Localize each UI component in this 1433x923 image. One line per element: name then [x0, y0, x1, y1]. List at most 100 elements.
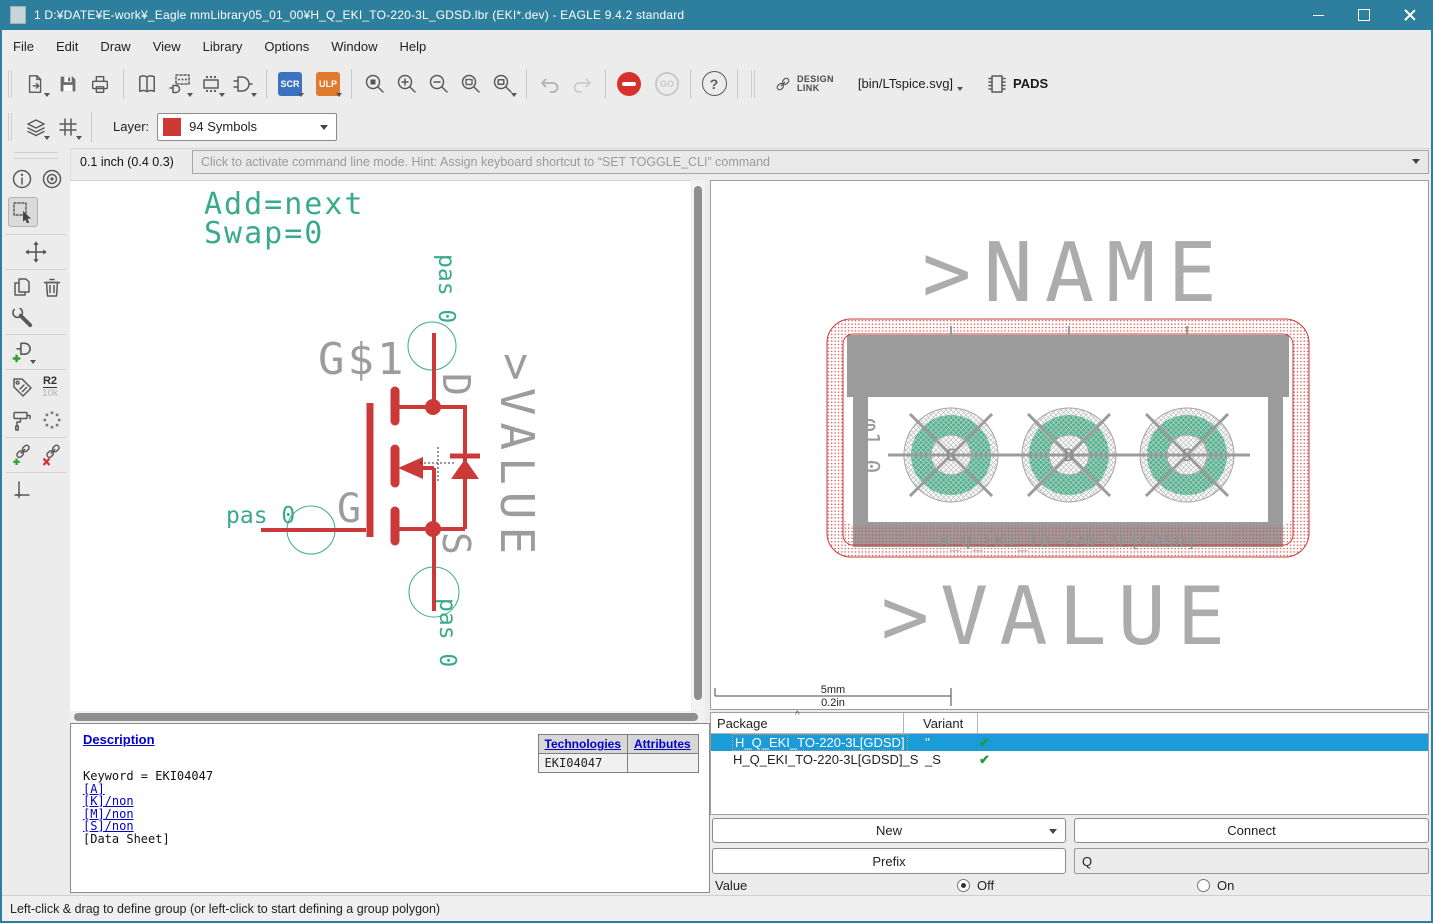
variant-value: _S — [925, 752, 941, 767]
layer-settings-button[interactable] — [22, 112, 50, 142]
package-canvas[interactable]: >NAME — [711, 181, 1428, 709]
pin-label-drain: pas 0 — [433, 254, 459, 323]
prefix-button[interactable]: Prefix — [712, 848, 1066, 874]
gate-name-label: G$1 — [318, 334, 406, 385]
menu-file[interactable]: File — [2, 35, 45, 58]
change-tool[interactable] — [8, 303, 36, 331]
connect-button[interactable]: Connect — [1074, 818, 1429, 843]
zoom-fit-button[interactable] — [361, 69, 389, 99]
ulp-button[interactable]: ULP — [314, 69, 342, 99]
link-add-tool[interactable] — [8, 441, 36, 469]
layer-toolbar: Layer: 94 Symbols — [2, 105, 1431, 149]
dropdown-caret — [298, 93, 304, 97]
menu-draw[interactable]: Draw — [89, 35, 141, 58]
toolbar-handle[interactable] — [8, 70, 12, 98]
ltspice-export-button[interactable]: [bin/LTspice.svg] — [858, 76, 963, 91]
replace-tool[interactable] — [38, 406, 66, 434]
menu-view[interactable]: View — [142, 35, 192, 58]
script-button[interactable]: SCR — [276, 69, 304, 99]
library-button[interactable] — [133, 69, 161, 99]
show-tool[interactable] — [38, 165, 66, 193]
sort-indicator: ^ — [795, 710, 800, 721]
command-input[interactable] — [193, 151, 1428, 173]
eagle-window: 1 D:¥DATE¥E-work¥_Eagle mmLibrary05_01_0… — [0, 0, 1433, 923]
minimize-button[interactable] — [1295, 0, 1341, 30]
redo-button[interactable] — [568, 69, 596, 99]
zoom-select-button[interactable] — [457, 69, 485, 99]
name-tool[interactable] — [8, 373, 36, 401]
zoom-redraw-button[interactable] — [489, 69, 517, 99]
link-s-non[interactable]: [S]/non — [83, 820, 213, 833]
link-remove-tool[interactable] — [38, 441, 66, 469]
maximize-button[interactable] — [1341, 0, 1387, 30]
menu-help[interactable]: Help — [388, 35, 437, 58]
delete-tool[interactable] — [38, 273, 66, 301]
dropdown-caret — [1412, 159, 1420, 164]
origin-tool[interactable] — [8, 476, 36, 504]
package-button[interactable] — [197, 69, 225, 99]
value-on-radio[interactable] — [1197, 879, 1210, 892]
pad-s: S — [1124, 408, 1250, 502]
link-icon — [773, 74, 793, 94]
save-button[interactable] — [54, 69, 82, 99]
package-canvas-panel: >NAME — [710, 180, 1429, 710]
prefix-value-field[interactable]: Q — [1074, 848, 1429, 874]
palette-handle[interactable] — [14, 152, 58, 159]
menu-options[interactable]: Options — [253, 35, 320, 58]
zoom-out-button[interactable] — [425, 69, 453, 99]
scrollbar-thumb[interactable] — [694, 186, 702, 700]
device-button[interactable] — [165, 69, 193, 99]
value-tool[interactable]: R210k — [36, 373, 64, 401]
undo-button[interactable] — [536, 69, 564, 99]
toolbar-handle[interactable] — [751, 70, 755, 98]
design-link-button[interactable]: DESIGNLINK — [773, 74, 834, 94]
toolbar-handle[interactable] — [8, 113, 12, 141]
description-link[interactable]: Description — [83, 732, 155, 747]
print-button[interactable] — [86, 69, 114, 99]
column-package[interactable]: Package — [717, 716, 768, 731]
horizontal-scrollbar[interactable] — [70, 711, 705, 722]
drill-label: φ1.0 — [857, 418, 883, 473]
group-tool[interactable] — [8, 197, 38, 227]
add-part-tool[interactable] — [8, 338, 36, 366]
attributes-header-link[interactable]: Attributes — [628, 735, 699, 754]
symbol-canvas[interactable]: Add=next Swap=0 G$1 pas 0 pas 0 pas 0 D … — [70, 181, 691, 711]
info-tool[interactable] — [8, 165, 36, 193]
help-button[interactable]: ? — [700, 69, 728, 99]
menu-window[interactable]: Window — [320, 35, 388, 58]
stop-icon — [617, 72, 641, 96]
value-on-label: On — [1217, 878, 1234, 893]
technologies-header-link[interactable]: Technologies — [538, 735, 627, 754]
dropdown-caret — [251, 93, 257, 97]
command-line[interactable] — [192, 150, 1429, 174]
go-button[interactable]: GO — [653, 69, 681, 99]
coordinate-row: 0.1 inch (0.4 0.3) — [70, 148, 1433, 175]
table-header[interactable]: ^ Package Variant — [711, 713, 1428, 734]
new-package-button[interactable]: New — [712, 818, 1066, 843]
approved-check-icon: ✔ — [979, 752, 990, 768]
layer-select[interactable]: 94 Symbols — [157, 113, 337, 141]
menu-library[interactable]: Library — [192, 35, 254, 58]
move-tool[interactable] — [22, 238, 50, 266]
terminal-g-label: G — [337, 486, 361, 532]
value-label: Value — [715, 878, 747, 893]
gate-button[interactable] — [229, 69, 257, 99]
package-variant-table: ^ Package Variant H_Q_EKI_TO-220-3L[GDSD… — [710, 712, 1429, 815]
paint-tool[interactable] — [8, 406, 36, 434]
zoom-in-button[interactable] — [393, 69, 421, 99]
close-button[interactable] — [1387, 0, 1433, 30]
value-off-radio[interactable] — [957, 879, 970, 892]
column-variant[interactable]: Variant — [923, 716, 963, 731]
stop-button[interactable] — [615, 69, 643, 99]
link-k-non[interactable]: [K]/non — [83, 795, 213, 808]
vertical-scrollbar[interactable] — [692, 180, 705, 710]
grid-button[interactable] — [54, 112, 82, 142]
table-row[interactable]: H_Q_EKI_TO-220-3L[GDSD] '' ✔ — [711, 734, 1428, 751]
new-button[interactable] — [22, 69, 50, 99]
copy-tool[interactable] — [8, 273, 36, 301]
menu-edit[interactable]: Edit — [45, 35, 89, 58]
table-row[interactable]: H_Q_EKI_TO-220-3L[GDSD]_S _S ✔ — [711, 751, 1428, 768]
main-toolbar: SCR ULP GO — [2, 62, 1431, 106]
scrollbar-thumb[interactable] — [74, 713, 698, 721]
pads-export-button[interactable]: PADS — [985, 72, 1048, 96]
